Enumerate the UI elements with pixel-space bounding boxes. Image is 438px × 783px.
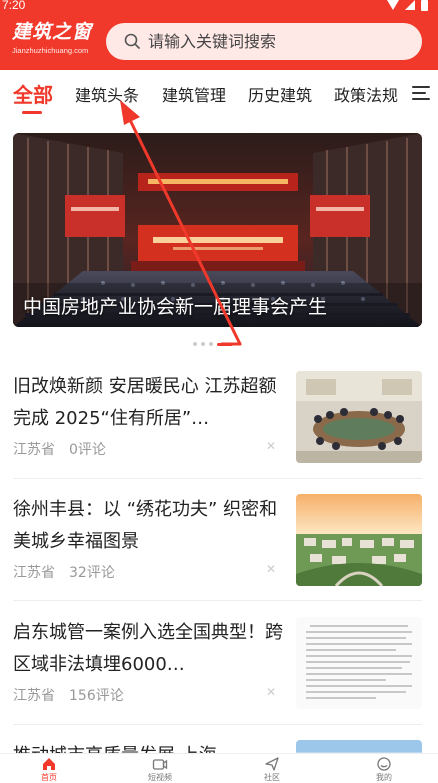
tab-management[interactable]: 建筑管理 [162,82,226,106]
news-source: 江苏省 [13,442,55,458]
search-bar[interactable]: 请输入关键词搜索 [106,23,422,60]
carousel-indicator [193,341,233,347]
news-item[interactable]: 启东城管一案例入选全国典型！跨区域非法填埋6000… 江苏省 156评论 ✕ [13,617,422,713]
status-icons [387,0,428,11]
carousel-dot [193,342,197,346]
logo-subtext: Jianzhuzhichuang.com [12,46,89,55]
nav-video[interactable]: 短视频 [130,756,190,783]
news-thumbnail [296,371,422,463]
tab-historic[interactable]: 历史建筑 [248,82,312,106]
carousel-dot [209,342,213,346]
carousel-dot [201,342,205,346]
divider [13,724,422,725]
nav-label: 社区 [264,773,280,782]
banner-caption: 中国房地产业协会新一届理事会产生 [23,296,328,318]
nav-home[interactable]: 首页 [19,756,79,783]
carousel-dot-active [217,342,233,346]
logo-text: 建筑之窗 [12,21,93,43]
active-tab-indicator [22,111,42,114]
news-meta: 江苏省 156评论 [13,685,124,705]
tab-policy[interactable]: 政策法规 [334,82,398,106]
divider [13,600,422,601]
signal-icon [405,0,415,10]
news-title: 徐州丰县：以 “绣花功夫” 织密和美城乡幸福图景 [13,499,278,552]
news-meta: 江苏省 32评论 [13,562,115,582]
dismiss-icon[interactable]: ✕ [266,439,276,453]
news-comments: 0评论 [69,442,106,458]
news-thumbnail [296,494,422,586]
news-meta: 江苏省 0评论 [13,439,106,459]
search-icon [124,33,140,49]
category-tabs: 全部 建筑头条 建筑管理 历史建筑 政策法规 [0,70,438,118]
news-comments: 156评论 [69,688,124,704]
banner-carousel[interactable]: 中国房地产业协会新一届理事会产生 [13,133,422,327]
home-icon [43,758,55,770]
news-title: 启东城管一案例入选全国典型！跨区域非法填埋6000… [13,622,283,675]
news-source: 江苏省 [13,688,55,704]
status-bar: 7:20 [0,0,438,14]
news-thumbnail [296,617,422,709]
status-time: 7:20 [2,0,26,12]
send-icon [265,757,279,771]
nav-profile[interactable]: 我的 [354,756,414,783]
tab-headlines[interactable]: 建筑头条 [75,82,139,106]
video-icon [152,759,168,770]
news-source: 江苏省 [13,565,55,581]
search-input[interactable]: 请输入关键词搜索 [148,23,408,60]
app-header: 7:20 建筑之窗 Jianzhuzhichuang.com 请输入关键词搜索 [0,0,438,70]
menu-icon[interactable] [412,84,430,102]
nav-label: 短视频 [148,773,172,782]
app-logo[interactable]: 建筑之窗 Jianzhuzhichuang.com [12,20,92,62]
news-title: 旧改焕新颜 安居暖民心 江苏超额完成 2025“住有所居”… [13,376,277,429]
battery-icon [421,0,428,11]
divider [13,478,422,479]
news-item[interactable]: 旧改焕新颜 安居暖民心 江苏超额完成 2025“住有所居”… 江苏省 0评论 ✕ [13,371,422,467]
news-item[interactable]: 徐州丰县：以 “绣花功夫” 织密和美城乡幸福图景 江苏省 32评论 ✕ [13,494,422,590]
bottom-navigation: 首页 短视频 社区 我的 [0,753,438,783]
nav-label: 首页 [41,773,57,782]
app-screen: 7:20 建筑之窗 Jianzhuzhichuang.com 请输入关键词搜索 … [0,0,438,783]
tab-all[interactable]: 全部 [13,79,53,108]
news-comments: 32评论 [69,565,115,581]
dismiss-icon[interactable]: ✕ [266,562,276,576]
dismiss-icon[interactable]: ✕ [266,685,276,699]
wifi-icon [387,0,399,10]
nav-community[interactable]: 社区 [242,756,302,783]
nav-label: 我的 [376,773,392,782]
profile-icon [377,757,391,771]
